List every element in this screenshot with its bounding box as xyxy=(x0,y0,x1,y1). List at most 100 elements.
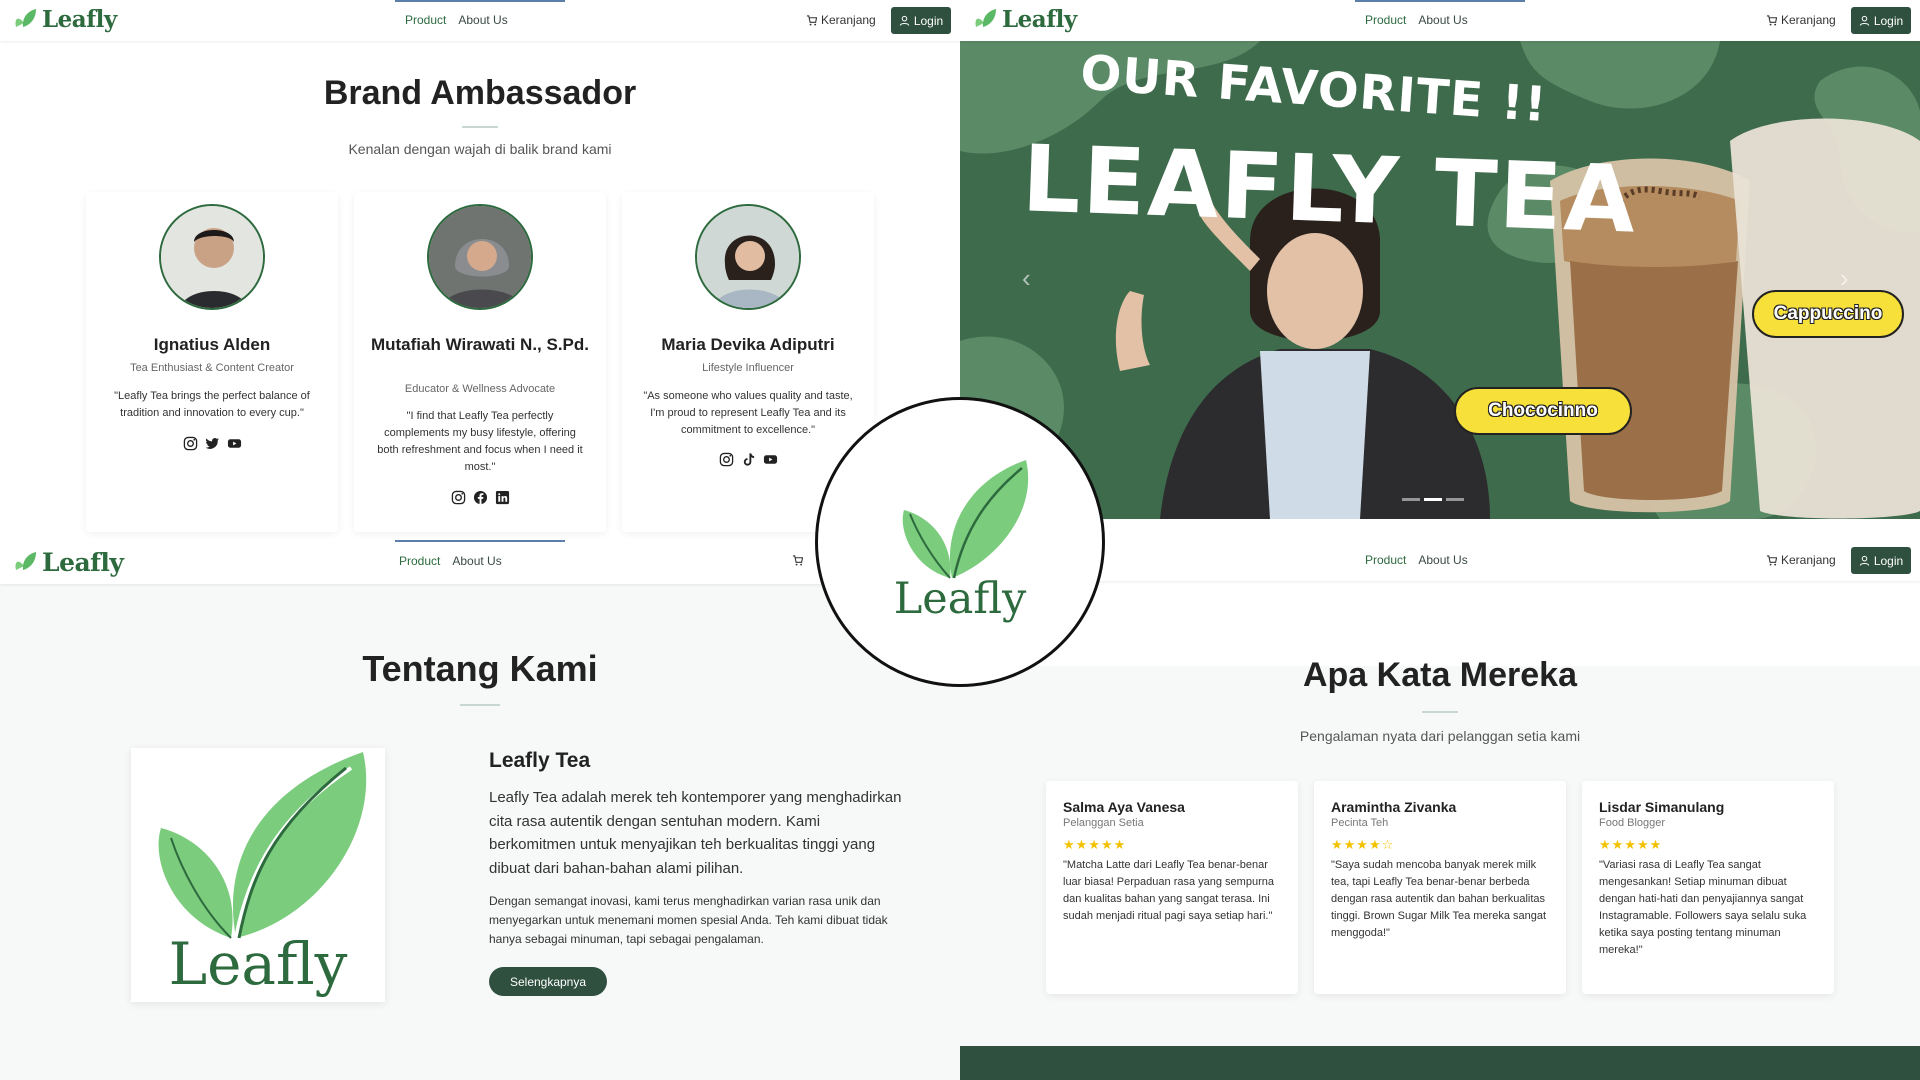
footer-band xyxy=(960,1046,1920,1080)
title-underline xyxy=(462,126,498,128)
social-links xyxy=(354,490,606,505)
tiktok-icon[interactable] xyxy=(741,452,756,467)
hero-carousel[interactable]: OUR FAVORITE !! LEAFLY TEA Cappuccino Ch… xyxy=(960,41,1920,519)
cappuccino-label[interactable]: Cappuccino xyxy=(1752,290,1904,338)
ambassador-panel: Leafly Product About Us Keranjang Login … xyxy=(0,0,960,540)
review-text: "Variasi rasa di Leafly Tea sangat menge… xyxy=(1599,859,1807,956)
carousel-dot[interactable] xyxy=(1446,498,1464,501)
youtube-icon[interactable] xyxy=(763,452,778,467)
section-title: Apa Kata Mereka xyxy=(1302,656,1577,694)
reviewer-name: Lisdar Simanulang xyxy=(1599,799,1725,815)
nav-menu: Product About Us xyxy=(1365,13,1468,27)
ambassador-name: Ignatius Alden xyxy=(153,335,271,354)
cart-label: Keranjang xyxy=(1781,13,1836,27)
reviewer-role: Pecinta Teh xyxy=(1331,817,1389,829)
nav-menu: Product About Us xyxy=(399,554,502,568)
star-rating: ★★★★☆ xyxy=(1331,837,1395,852)
section-title: Brand Ambassador xyxy=(323,74,637,112)
carousel-next-icon[interactable]: › xyxy=(1840,263,1849,294)
login-label: Login xyxy=(1873,553,1904,568)
brand-logo[interactable]: Leafly xyxy=(972,6,1077,33)
ambassador-role: Educator & Wellness Advocate xyxy=(404,383,556,395)
ambassador-name: Maria Devika Adiputri xyxy=(661,335,835,354)
hero-panel: Leafly Product About Us Keranjang Login xyxy=(960,0,1920,540)
nav-about-us[interactable]: About Us xyxy=(1418,553,1467,567)
logo-wordmark: Leafly xyxy=(893,574,1027,624)
nav-product[interactable]: Product xyxy=(1365,553,1406,567)
brand-name: Leafly xyxy=(1002,6,1077,33)
twitter-icon[interactable] xyxy=(205,436,220,451)
brand-logo[interactable]: Leafly xyxy=(12,6,117,33)
cart-icon xyxy=(806,14,817,26)
read-more-button[interactable]: Selengkapnya xyxy=(489,967,607,996)
about-heading: Leafly Tea xyxy=(489,749,591,772)
user-icon xyxy=(1859,555,1869,566)
about-paragraph: Dengan semangat inovasi, kami terus meng… xyxy=(489,894,888,946)
nav-about-us[interactable]: About Us xyxy=(1418,13,1467,27)
login-button[interactable]: Login xyxy=(891,7,951,34)
title-underline xyxy=(460,704,500,706)
nav-product[interactable]: Product xyxy=(399,554,440,568)
youtube-icon[interactable] xyxy=(227,436,242,451)
star-rating: ★★★★★ xyxy=(1599,837,1663,852)
carousel-dot-active[interactable] xyxy=(1424,498,1442,501)
login-label: Login xyxy=(913,13,944,28)
reviewer-name: Aramintha Zivanka xyxy=(1331,799,1457,815)
ambassador-card: Ignatius Alden Tea Enthusiast & Content … xyxy=(86,192,338,532)
carousel-prev-icon[interactable]: ‹ xyxy=(1022,263,1031,294)
ambassador-name: Mutafiah Wirawati N., S.Pd. xyxy=(370,335,590,354)
testimonial-card: Salma Aya Vanesa Pelanggan Setia ★★★★★ "… xyxy=(1046,781,1298,994)
review-text: "Matcha Latte dari Leafly Tea benar-bena… xyxy=(1063,859,1274,922)
cart-label: Keranjang xyxy=(821,13,876,27)
leaf-icon xyxy=(15,8,36,27)
about-logo: Leafly xyxy=(131,748,385,1002)
login-button[interactable]: Login xyxy=(1851,7,1911,34)
section-subtitle: Kenalan dengan wajah di balik brand kami xyxy=(348,141,612,157)
nav-product[interactable]: Product xyxy=(405,13,446,27)
cart-link[interactable]: Keranjang xyxy=(806,13,876,27)
reviewer-role: Food Blogger xyxy=(1599,817,1666,829)
cart-link[interactable] xyxy=(792,555,803,566)
cart-icon xyxy=(792,555,803,566)
facebook-icon[interactable] xyxy=(473,490,488,505)
nav-about-us[interactable]: About Us xyxy=(458,13,507,27)
ambassador-card: Mutafiah Wirawati N., S.Pd. Educator & W… xyxy=(354,192,606,532)
user-icon xyxy=(1859,15,1869,26)
about-paragraph: Leafly Tea adalah merek teh kontemporer … xyxy=(489,789,902,877)
section-subtitle: Pengalaman nyata dari pelanggan setia ka… xyxy=(1299,728,1581,744)
ambassador-role: Lifestyle Influencer xyxy=(702,362,794,374)
login-button[interactable]: Login xyxy=(1851,547,1911,574)
reviewer-name: Salma Aya Vanesa xyxy=(1063,799,1185,815)
cart-icon xyxy=(1766,554,1777,566)
social-links xyxy=(86,436,338,451)
logo-wordmark: Leafly xyxy=(168,930,348,998)
carousel-dot[interactable] xyxy=(1402,498,1420,501)
cart-label: Keranjang xyxy=(1781,553,1836,567)
instagram-icon[interactable] xyxy=(719,452,734,467)
brand-name: Leafly xyxy=(42,548,124,577)
ambassador-role: Tea Enthusiast & Content Creator xyxy=(130,362,294,374)
nav-about-us[interactable]: About Us xyxy=(452,554,501,568)
avatar xyxy=(695,204,801,310)
reviewer-role: Pelanggan Setia xyxy=(1063,817,1144,829)
instagram-icon[interactable] xyxy=(451,490,466,505)
center-logo-badge: Leafly xyxy=(815,397,1105,687)
nav-product[interactable]: Product xyxy=(1365,13,1406,27)
review-text: "Saya sudah mencoba banyak merek milk te… xyxy=(1331,859,1547,939)
linkedin-icon[interactable] xyxy=(495,490,510,505)
avatar xyxy=(159,204,265,310)
cart-link[interactable]: Keranjang xyxy=(1766,553,1836,567)
chococinno-label[interactable]: Chococinno xyxy=(1454,387,1632,435)
nav-active-indicator xyxy=(395,0,565,2)
nav-menu: Product About Us xyxy=(1365,553,1468,567)
instagram-icon[interactable] xyxy=(183,436,198,451)
nav-menu: Product About Us xyxy=(405,13,508,27)
navbar: Leafly Product About Us Keranjang Login xyxy=(960,0,1920,41)
nav-active-indicator xyxy=(1355,0,1525,2)
testimonials-panel: Product About Us Keranjang Login Apa Kat… xyxy=(960,540,1920,1080)
cart-link[interactable]: Keranjang xyxy=(1766,13,1836,27)
testimonial-card: Lisdar Simanulang Food Blogger ★★★★★ "Va… xyxy=(1582,781,1834,994)
login-label: Login xyxy=(1873,13,1904,28)
navbar: Leafly Product About Us Keranjang Login xyxy=(0,0,960,41)
brand-logo[interactable]: Leafly xyxy=(12,548,124,577)
